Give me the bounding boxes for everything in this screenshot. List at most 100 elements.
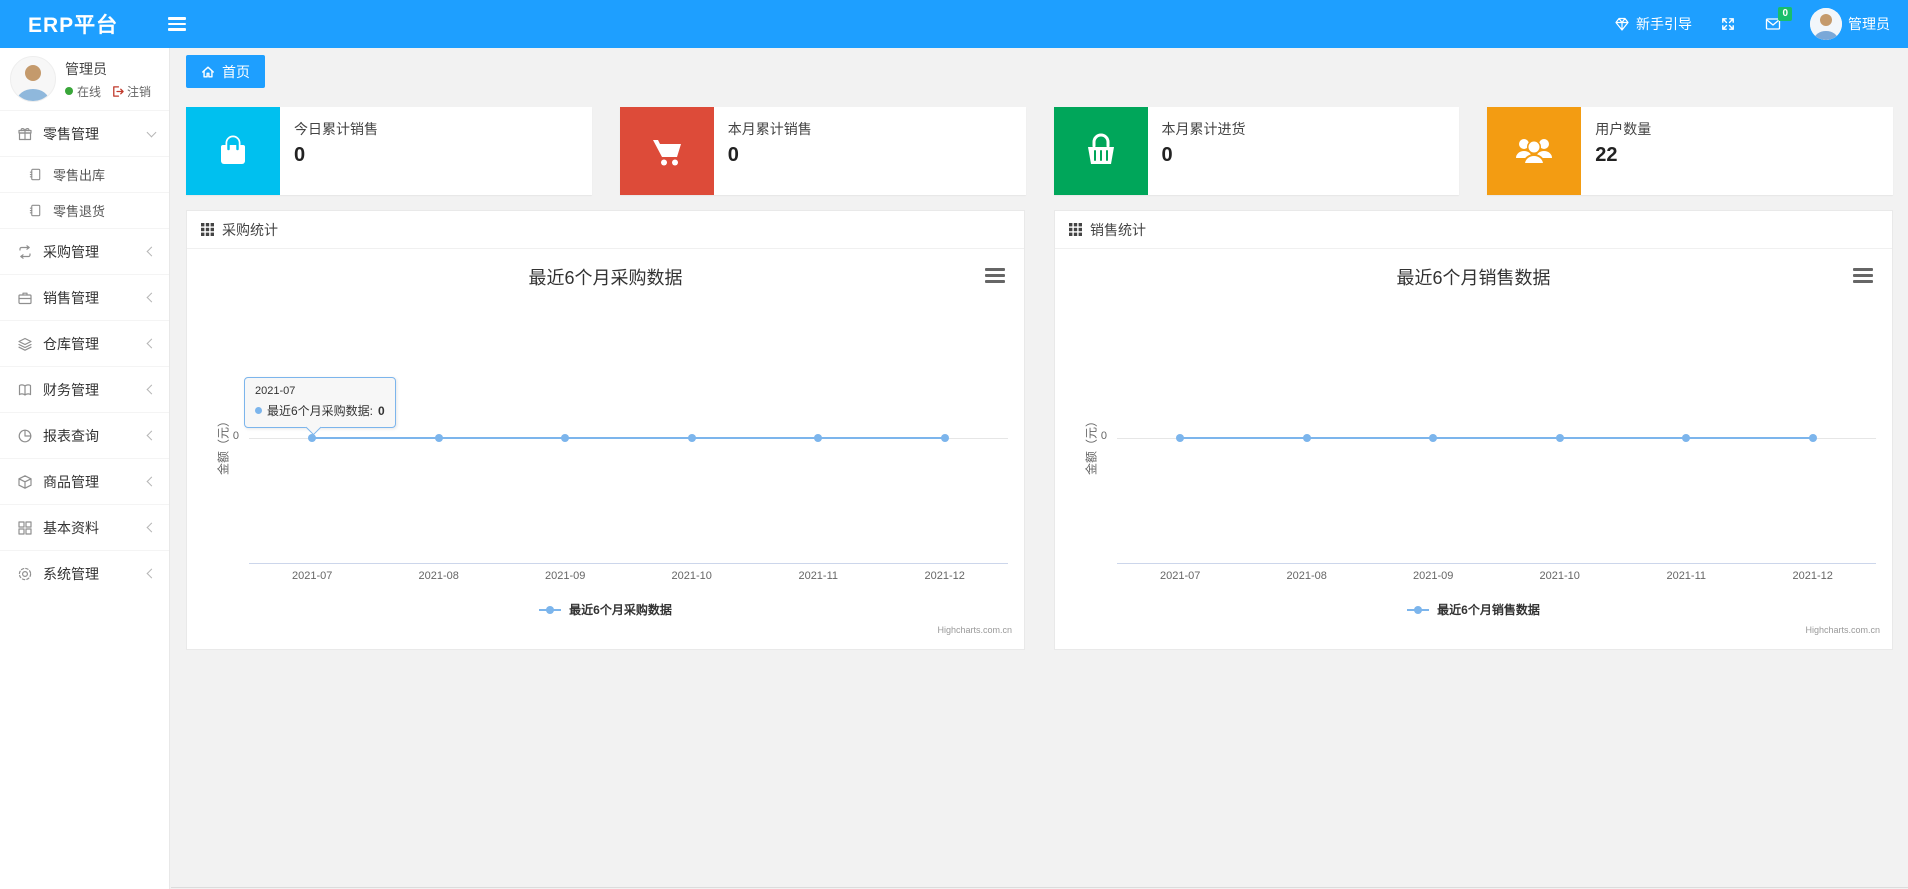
shopping-bag-icon [221, 135, 245, 164]
chart-tooltip: 2021-07 最近6个月采购数据: 0 [244, 377, 396, 428]
x-axis-label: 2021-10 [1539, 570, 1580, 582]
y-axis-title: 金额（元） [216, 414, 231, 476]
data-point [1302, 434, 1311, 442]
data-point [561, 434, 570, 442]
user-menu[interactable]: 管理员 [1810, 8, 1890, 40]
sidebar-item-basic-data[interactable]: 基本资料 [0, 504, 169, 550]
x-axis-label: 2021-11 [1666, 570, 1707, 582]
top-navbar: ERP平台 新手引导 0 管理员 [0, 0, 1908, 48]
stat-card-label: 本月累计进货 [1161, 121, 1246, 137]
series-line [312, 437, 945, 439]
avatar [1810, 8, 1842, 40]
sidebar-user-panel: 管理员 在线 注销 [0, 48, 169, 110]
home-icon [202, 65, 214, 78]
grid-icon [18, 520, 32, 535]
data-point [434, 434, 443, 442]
guide-button[interactable]: 新手引导 [1614, 14, 1692, 34]
briefcase-icon [18, 292, 32, 304]
chart-title: 最近6个月采购数据 [528, 268, 683, 288]
chevron-left-icon [146, 292, 157, 303]
book-icon [18, 383, 32, 396]
stat-card-month-sales[interactable]: 本月累计销售 0 [619, 107, 1026, 195]
chart-title: 最近6个月销售数据 [1396, 268, 1551, 288]
x-axis-label: 2021-07 [1160, 570, 1201, 582]
content-bottom-divider [171, 887, 1908, 888]
navbar-right: 新手引导 0 管理员 [1614, 7, 1908, 40]
sidebar-user-name: 管理员 [65, 60, 107, 77]
sidebar-item-reports[interactable]: 报表查询 [0, 412, 169, 458]
panel-title: 销售统计 [1090, 221, 1146, 238]
purchase-stats-panel: 采购统计 最近6个月采购数据 金额（元） 0 2021-07 2021-08 2… [186, 210, 1025, 650]
sidebar-item-retail-return[interactable]: 零售退货 [0, 192, 169, 228]
sidebar-item-retail-outbound[interactable]: 零售出库 [0, 156, 169, 192]
stat-card-month-purchases[interactable]: 本月累计进货 0 [1053, 107, 1460, 195]
legend-item[interactable]: 最近6个月销售数据 [1055, 601, 1892, 618]
gift-icon [18, 127, 32, 140]
stat-card-value: 0 [727, 144, 739, 166]
legend-label: 最近6个月销售数据 [1437, 603, 1540, 617]
chart-panels-row: 采购统计 最近6个月采购数据 金额（元） 0 2021-07 2021-08 2… [186, 210, 1893, 650]
document-icon [29, 204, 41, 217]
sidebar-toggle-icon[interactable] [168, 17, 187, 31]
repeat-icon [19, 244, 31, 259]
sidebar-item-finance[interactable]: 财务管理 [0, 366, 169, 412]
highcharts-credit-link[interactable]: Highcharts.com.cn [937, 625, 1012, 635]
avatar [10, 56, 56, 102]
data-point [687, 434, 696, 442]
fullscreen-button[interactable] [1720, 16, 1736, 32]
shopping-basket-icon [1087, 133, 1114, 164]
data-point [308, 434, 317, 442]
online-status-dot [65, 87, 73, 95]
x-axis-label: 2021-08 [418, 570, 459, 582]
x-axis-label: 2021-10 [671, 570, 712, 582]
data-point [814, 434, 823, 442]
navbar-user-name: 管理员 [1848, 16, 1890, 32]
y-axis-tick: 0 [232, 430, 239, 442]
tab-home-label: 首页 [222, 63, 250, 80]
x-axis-label: 2021-07 [292, 570, 333, 582]
sidebar-item-warehouse[interactable]: 仓库管理 [0, 320, 169, 366]
series-line [1180, 437, 1813, 439]
stat-card-today-sales[interactable]: 今日累计销售 0 [186, 107, 592, 195]
legend-marker-icon [539, 605, 562, 614]
chart-context-menu-button[interactable] [1850, 265, 1876, 286]
panel-title: 采购统计 [222, 221, 278, 238]
sidebar-item-system[interactable]: 系统管理 [0, 550, 169, 596]
data-point [940, 434, 949, 442]
stat-card-value: 0 [294, 144, 306, 166]
sign-out-icon [113, 85, 124, 97]
stat-cards-row: 今日累计销售 0 本月累计销售 0 本月累计进货 0 用户数量 22 [186, 107, 1893, 195]
sidebar-item-purchase[interactable]: 采购管理 [0, 228, 169, 274]
tab-bar: 首页 [186, 55, 1893, 88]
chevron-left-icon [146, 568, 157, 579]
sidebar-item-products[interactable]: 商品管理 [0, 458, 169, 504]
th-grid-icon [201, 223, 214, 236]
x-axis-label: 2021-09 [1413, 570, 1454, 582]
data-point [1555, 434, 1564, 442]
stat-card-user-count[interactable]: 用户数量 22 [1487, 107, 1893, 195]
pie-chart-icon [18, 429, 32, 442]
tooltip-series-label: 最近6个月采购数据: [267, 404, 374, 418]
tab-home[interactable]: 首页 [186, 55, 265, 88]
chart-context-menu-button[interactable] [982, 265, 1008, 286]
chevron-left-icon [146, 384, 157, 395]
sidebar-item-sales[interactable]: 销售管理 [0, 274, 169, 320]
messages-button[interactable]: 0 [1764, 7, 1792, 32]
online-status-label: 在线 [77, 84, 102, 99]
chevron-left-icon [146, 430, 157, 441]
highcharts-credit-link[interactable]: Highcharts.com.cn [1805, 625, 1880, 635]
sidebar-item-retail[interactable]: 零售管理 [0, 110, 169, 156]
purchase-chart: 最近6个月采购数据 金额（元） 0 2021-07 2021-08 2021-0… [187, 249, 1024, 649]
layers-icon [18, 337, 32, 351]
legend-item[interactable]: 最近6个月采购数据 [187, 601, 1024, 618]
guide-label: 新手引导 [1636, 16, 1692, 32]
users-icon [1516, 139, 1553, 165]
package-icon [18, 474, 32, 489]
stat-card-label: 用户数量 [1595, 121, 1652, 137]
y-axis-tick: 0 [1100, 430, 1107, 442]
logout-button[interactable]: 注销 [111, 83, 151, 100]
x-axis-label: 2021-12 [1792, 570, 1833, 582]
chevron-left-icon [146, 338, 157, 349]
data-point [1808, 434, 1817, 442]
app-brand: ERP平台 [28, 14, 119, 37]
